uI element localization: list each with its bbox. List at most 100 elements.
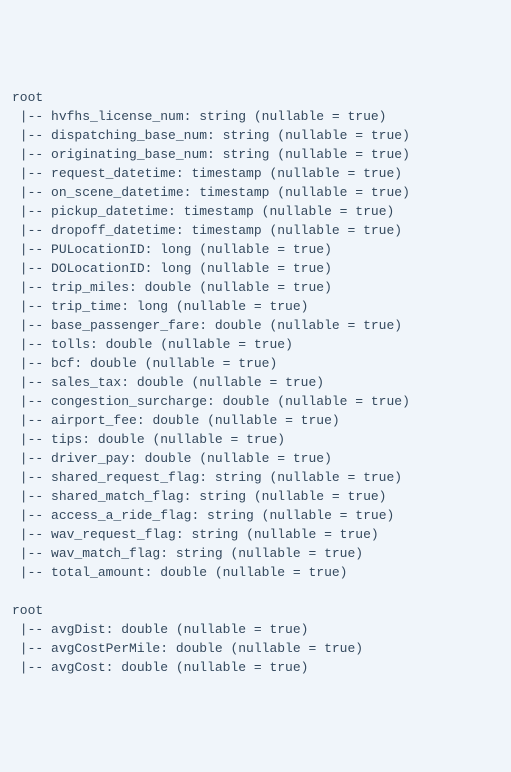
field-type: : timestamp <box>176 166 270 181</box>
nullable-flag: (nullable = true) <box>199 261 332 276</box>
schema-field-row: |-- base_passenger_fare: double (nullabl… <box>12 316 507 335</box>
field-type: : string <box>199 470 269 485</box>
field-name: bcf <box>51 356 74 371</box>
tree-branch-icon: |-- <box>12 470 51 485</box>
field-name: base_passenger_fare <box>51 318 199 333</box>
field-name: total_amount <box>51 565 145 580</box>
field-type: : string <box>207 147 277 162</box>
schema-field-row: |-- shared_request_flag: string (nullabl… <box>12 468 507 487</box>
tree-branch-icon: |-- <box>12 413 51 428</box>
nullable-flag: (nullable = true) <box>199 242 332 257</box>
schema-block: root |-- avgDist: double (nullable = tru… <box>12 601 507 677</box>
schema-field-row: |-- airport_fee: double (nullable = true… <box>12 411 507 430</box>
field-name: avgCost <box>51 660 106 675</box>
nullable-flag: (nullable = true) <box>199 451 332 466</box>
field-name: hvfhs_license_num <box>51 109 184 124</box>
field-type: : double <box>160 641 230 656</box>
field-type: : long <box>145 261 200 276</box>
field-type: : string <box>191 508 261 523</box>
nullable-flag: (nullable = true) <box>277 185 410 200</box>
schema-field-row: |-- access_a_ride_flag: string (nullable… <box>12 506 507 525</box>
nullable-flag: (nullable = true) <box>254 109 387 124</box>
schema-block: root |-- hvfhs_license_num: string (null… <box>12 88 507 582</box>
nullable-flag: (nullable = true) <box>254 489 387 504</box>
tree-branch-icon: |-- <box>12 356 51 371</box>
nullable-flag: (nullable = true) <box>176 622 309 637</box>
tree-branch-icon: |-- <box>12 394 51 409</box>
tree-branch-icon: |-- <box>12 565 51 580</box>
field-name: shared_match_flag <box>51 489 184 504</box>
field-name: avgDist <box>51 622 106 637</box>
nullable-flag: (nullable = true) <box>277 394 410 409</box>
schema-root-label: root <box>12 601 507 620</box>
tree-branch-icon: |-- <box>12 375 51 390</box>
schema-field-row: |-- avgDist: double (nullable = true) <box>12 620 507 639</box>
tree-branch-icon: |-- <box>12 166 51 181</box>
nullable-flag: (nullable = true) <box>269 223 402 238</box>
tree-branch-icon: |-- <box>12 508 51 523</box>
tree-branch-icon: |-- <box>12 660 51 675</box>
schema-field-row: |-- shared_match_flag: string (nullable … <box>12 487 507 506</box>
nullable-flag: (nullable = true) <box>277 128 410 143</box>
schema-field-row: |-- wav_match_flag: string (nullable = t… <box>12 544 507 563</box>
schema-field-row: |-- bcf: double (nullable = true) <box>12 354 507 373</box>
field-name: trip_miles <box>51 280 129 295</box>
schema-field-row: |-- dispatching_base_num: string (nullab… <box>12 126 507 145</box>
field-name: request_datetime <box>51 166 176 181</box>
field-name: trip_time <box>51 299 121 314</box>
nullable-flag: (nullable = true) <box>262 204 395 219</box>
field-type: : double <box>74 356 144 371</box>
field-type: : long <box>121 299 176 314</box>
schema-field-row: |-- tips: double (nullable = true) <box>12 430 507 449</box>
tree-branch-icon: |-- <box>12 204 51 219</box>
field-type: : double <box>82 432 152 447</box>
schema-field-row: |-- driver_pay: double (nullable = true) <box>12 449 507 468</box>
nullable-flag: (nullable = true) <box>246 527 379 542</box>
field-name: tips <box>51 432 82 447</box>
tree-branch-icon: |-- <box>12 432 51 447</box>
field-name: sales_tax <box>51 375 121 390</box>
field-name: dropoff_datetime <box>51 223 176 238</box>
tree-branch-icon: |-- <box>12 641 51 656</box>
nullable-flag: (nullable = true) <box>262 508 395 523</box>
field-name: wav_request_flag <box>51 527 176 542</box>
schema-field-row: |-- hvfhs_license_num: string (nullable … <box>12 107 507 126</box>
schema-field-row: |-- tolls: double (nullable = true) <box>12 335 507 354</box>
field-type: : string <box>184 489 254 504</box>
field-type: : double <box>106 660 176 675</box>
schema-field-row: |-- wav_request_flag: string (nullable =… <box>12 525 507 544</box>
schema-field-row: |-- DOLocationID: long (nullable = true) <box>12 259 507 278</box>
schema-field-row: |-- avgCostPerMile: double (nullable = t… <box>12 639 507 658</box>
field-name: originating_base_num <box>51 147 207 162</box>
nullable-flag: (nullable = true) <box>215 565 348 580</box>
tree-branch-icon: |-- <box>12 128 51 143</box>
schema-field-row: |-- total_amount: double (nullable = tru… <box>12 563 507 582</box>
field-type: : double <box>207 394 277 409</box>
field-type: : double <box>129 280 199 295</box>
schema-field-row: |-- avgCost: double (nullable = true) <box>12 658 507 677</box>
field-type: : double <box>90 337 160 352</box>
tree-branch-icon: |-- <box>12 109 51 124</box>
tree-branch-icon: |-- <box>12 318 51 333</box>
field-name: on_scene_datetime <box>51 185 184 200</box>
nullable-flag: (nullable = true) <box>176 299 309 314</box>
field-type: : double <box>199 318 269 333</box>
tree-branch-icon: |-- <box>12 527 51 542</box>
nullable-flag: (nullable = true) <box>160 337 293 352</box>
field-name: driver_pay <box>51 451 129 466</box>
schema-field-row: |-- PULocationID: long (nullable = true) <box>12 240 507 259</box>
nullable-flag: (nullable = true) <box>269 318 402 333</box>
field-type: : double <box>106 622 176 637</box>
field-name: congestion_surcharge <box>51 394 207 409</box>
schema-printout: root |-- hvfhs_license_num: string (null… <box>12 88 507 677</box>
field-name: access_a_ride_flag <box>51 508 191 523</box>
schema-root-label: root <box>12 88 507 107</box>
tree-branch-icon: |-- <box>12 299 51 314</box>
schema-field-row: |-- originating_base_num: string (nullab… <box>12 145 507 164</box>
nullable-flag: (nullable = true) <box>176 660 309 675</box>
nullable-flag: (nullable = true) <box>230 641 363 656</box>
tree-branch-icon: |-- <box>12 489 51 504</box>
tree-branch-icon: |-- <box>12 280 51 295</box>
tree-branch-icon: |-- <box>12 223 51 238</box>
field-type: : long <box>145 242 200 257</box>
